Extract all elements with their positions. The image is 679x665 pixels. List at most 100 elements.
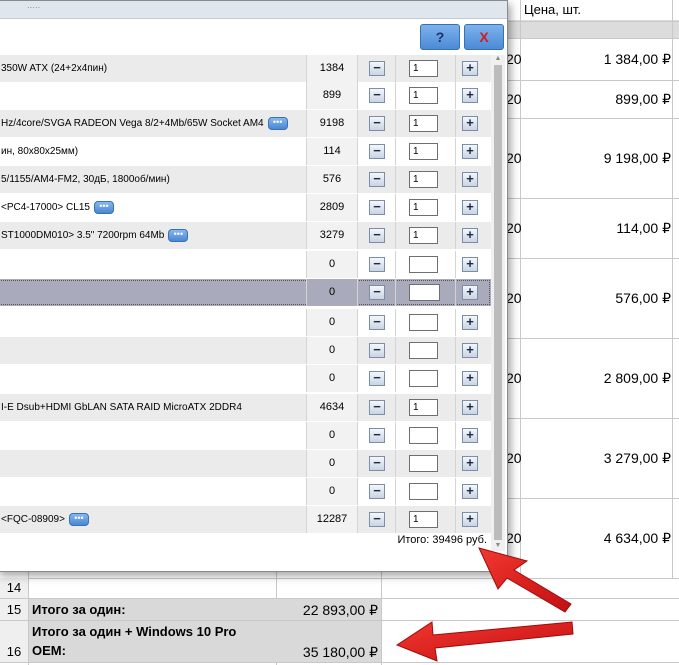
scroll-down-icon[interactable]: ▼	[494, 542, 502, 550]
decrease-qty-button[interactable]: −	[369, 400, 385, 415]
more-details-button[interactable]: •••	[93, 200, 114, 214]
quantity-field[interactable]: 1	[409, 171, 438, 188]
increase-qty-button[interactable]: +	[462, 61, 478, 76]
total-win-label[interactable]: Итого за один + Windows 10 Pro	[32, 624, 236, 639]
component-row[interactable]: 0− +	[0, 279, 491, 306]
increase-qty-button[interactable]: +	[462, 257, 478, 272]
price-cell[interactable]: 114,00 ₽	[521, 220, 671, 237]
increase-qty-button[interactable]: +	[462, 172, 478, 187]
quantity-field[interactable]: 1	[409, 143, 438, 160]
qty-cell[interactable]: 20	[506, 220, 521, 236]
total-one-label[interactable]: Итого за один:	[32, 602, 126, 617]
dialog-titlebar[interactable]: ·····	[0, 1, 507, 19]
decrease-qty-button[interactable]: −	[369, 144, 385, 159]
component-row[interactable]: 0− +	[0, 478, 491, 505]
more-details-button[interactable]: •••	[267, 116, 288, 130]
decrease-qty-button[interactable]: −	[369, 88, 385, 103]
component-row[interactable]: ST1000DM010> 3.5" 7200rpm 64Mb ••• 3279−1 +	[0, 222, 491, 249]
quantity-field[interactable]: 1	[409, 511, 438, 528]
drag-grip-icon[interactable]: ·····	[27, 4, 40, 12]
increase-qty-button[interactable]: +	[462, 200, 478, 215]
component-row[interactable]: 0− +	[0, 251, 491, 278]
component-row[interactable]: 0− +	[0, 309, 491, 336]
increase-qty-button[interactable]: +	[462, 228, 478, 243]
total-one-value[interactable]: 22 893,00 ₽	[276, 602, 378, 619]
price-cell[interactable]: 3 279,00 ₽	[521, 450, 671, 467]
component-row[interactable]: 0− +	[0, 450, 491, 477]
decrease-qty-button[interactable]: −	[369, 484, 385, 499]
quantity-field[interactable]	[409, 256, 438, 273]
scrollbar[interactable]: ▲ ▼	[491, 55, 505, 551]
quantity-field[interactable]: 1	[409, 199, 438, 216]
increase-qty-button[interactable]: +	[462, 116, 478, 131]
close-button[interactable]: X	[464, 24, 504, 50]
increase-qty-button[interactable]: +	[462, 315, 478, 330]
decrease-qty-button[interactable]: −	[369, 315, 385, 330]
quantity-field[interactable]	[409, 455, 438, 472]
quantity-field[interactable]: 1	[409, 399, 438, 416]
qty-cell[interactable]: 20	[506, 290, 521, 306]
decrease-qty-button[interactable]: −	[369, 285, 385, 300]
quantity-field[interactable]	[409, 314, 438, 331]
decrease-qty-button[interactable]: −	[369, 257, 385, 272]
decrease-qty-button[interactable]: −	[369, 172, 385, 187]
more-details-button[interactable]: •••	[168, 228, 189, 242]
price-cell[interactable]: 899,00 ₽	[521, 91, 671, 108]
component-row[interactable]: 899− 1 +	[0, 82, 491, 109]
increase-qty-button[interactable]: +	[462, 144, 478, 159]
decrease-qty-button[interactable]: −	[369, 371, 385, 386]
component-row[interactable]: ин, 80x80x25мм) 114− 1 +	[0, 138, 491, 165]
increase-qty-button[interactable]: +	[462, 400, 478, 415]
more-details-button[interactable]: •••	[68, 512, 89, 526]
price-cell[interactable]: 4 634,00 ₽	[521, 530, 671, 547]
decrease-qty-button[interactable]: −	[369, 456, 385, 471]
help-button[interactable]: ?	[420, 24, 460, 50]
component-row[interactable]: 350W ATX (24+2x4пин) 1384− 1 +	[0, 55, 491, 82]
component-row[interactable]: 0− +	[0, 422, 491, 449]
decrease-qty-button[interactable]: −	[369, 343, 385, 358]
quantity-field[interactable]	[409, 427, 438, 444]
decrease-qty-button[interactable]: −	[369, 116, 385, 131]
decrease-qty-button[interactable]: −	[369, 200, 385, 215]
increase-qty-button[interactable]: +	[462, 88, 478, 103]
qty-cell[interactable]: 20	[506, 450, 521, 466]
quantity-field[interactable]	[409, 483, 438, 500]
qty-cell[interactable]: 20	[506, 91, 521, 107]
increase-qty-button[interactable]: +	[462, 371, 478, 386]
increase-qty-button[interactable]: +	[462, 285, 478, 300]
qty-cell[interactable]: 20	[506, 370, 521, 386]
component-row[interactable]: I-E Dsub+HDMI GbLAN SATA RAID MicroATX 2…	[0, 394, 491, 421]
total-win-value[interactable]: 35 180,00 ₽	[276, 644, 378, 661]
quantity-field[interactable]	[409, 370, 438, 387]
price-column-header[interactable]: Цена, шт.	[524, 2, 581, 17]
qty-cell[interactable]: 20	[506, 530, 521, 546]
decrease-qty-button[interactable]: −	[369, 61, 385, 76]
price-cell[interactable]: 9 198,00 ₽	[521, 150, 671, 167]
increase-qty-button[interactable]: +	[462, 428, 478, 443]
component-row[interactable]: 0− +	[0, 337, 491, 364]
decrease-qty-button[interactable]: −	[369, 428, 385, 443]
scroll-thumb[interactable]	[494, 65, 502, 540]
quantity-field[interactable]: 1	[409, 227, 438, 244]
row-number[interactable]: 15	[0, 599, 28, 620]
increase-qty-button[interactable]: +	[462, 484, 478, 499]
decrease-qty-button[interactable]: −	[369, 512, 385, 527]
qty-cell[interactable]: 20	[506, 51, 521, 67]
increase-qty-button[interactable]: +	[462, 343, 478, 358]
component-row[interactable]: 0− +	[0, 365, 491, 392]
increase-qty-button[interactable]: +	[462, 456, 478, 471]
increase-qty-button[interactable]: +	[462, 512, 478, 527]
component-row[interactable]: Hz/4core/SVGA RADEON Vega 8/2+4Mb/65W So…	[0, 110, 491, 137]
row-number[interactable]: 14	[0, 578, 28, 598]
scroll-up-icon[interactable]: ▲	[494, 55, 502, 63]
component-row[interactable]: 5/1155/AM4-FM2, 30дБ, 1800об/мин) 576− 1 +	[0, 166, 491, 193]
quantity-field[interactable]: 1	[409, 115, 438, 132]
quantity-field[interactable]	[409, 284, 440, 301]
row-number[interactable]: 16	[0, 621, 28, 662]
qty-cell[interactable]: 20	[506, 150, 521, 166]
quantity-field[interactable]	[409, 342, 438, 359]
component-row[interactable]: <PC4-17000> CL15 ••• 2809−1 +	[0, 194, 491, 221]
quantity-field[interactable]: 1	[409, 87, 438, 104]
price-cell[interactable]: 576,00 ₽	[521, 290, 671, 307]
quantity-field[interactable]: 1	[409, 60, 438, 77]
